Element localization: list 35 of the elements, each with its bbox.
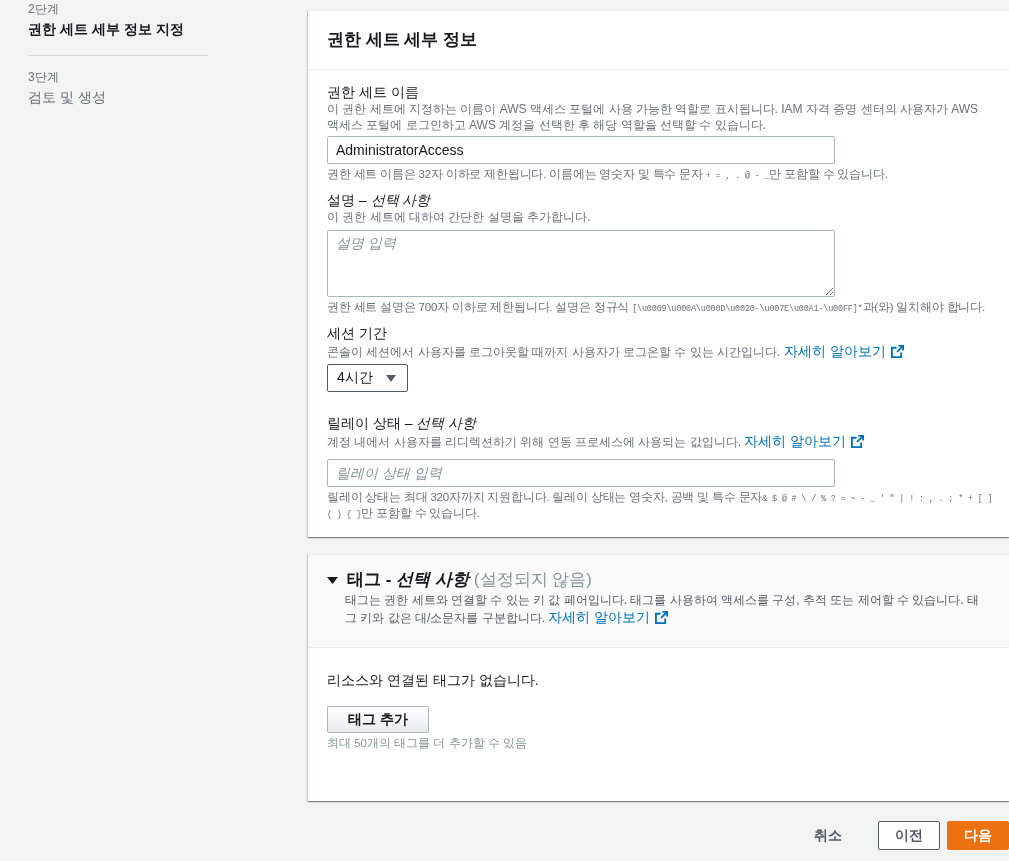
- caret-icon: [385, 374, 396, 382]
- learn-more-link[interactable]: 자세히 알아보기: [548, 609, 669, 625]
- external-link-icon: [655, 611, 669, 624]
- dropdown-select[interactable]: 4시간: [327, 364, 408, 392]
- step-title: 권한 세트 세부 정보 지정: [28, 20, 185, 39]
- field-description: 계정 내에서 사용자를 리디렉션하기 위해 연동 프로세스에 사용되는 값입니다. 자세히 알아보기: [327, 432, 1001, 452]
- field-label: 세션 기간: [327, 324, 388, 342]
- field-label: 릴레이 상태 – 선택 사항: [327, 414, 478, 432]
- section-description: 태그는 권한 세트와 연결할 수 있는 키 값 페어입니다. 태그를 사용하여 액세스를 구성, 추적 또는 제어할 수 있습니다. 태그 키와 값은 대/소문자를 구분합니다. 자세히 알아보기: [345, 592, 980, 627]
- learn-more-link[interactable]: 자세히 알아보기: [783, 343, 904, 359]
- textarea-input[interactable]: 설명 입력: [327, 230, 835, 297]
- step-number: 3단계: [28, 69, 60, 85]
- external-link-icon: [890, 345, 904, 358]
- field-constraint: 권한 세트 이름은 32자 이하로 제한됩니다. 이름에는 영숫자 및 특수 문자 + = , . @ - _만 포함할 수 있습니다.: [327, 167, 889, 182]
- step-title: 검토 및 생성: [28, 88, 107, 107]
- panel-title: 권한 세트 세부 정보: [327, 29, 479, 51]
- previous-button[interactable]: 이전: [878, 821, 940, 850]
- field-label: 설명 – 선택 사항: [327, 191, 432, 209]
- field-description: 이 권한 세트에 지정하는 이름이 AWS 액세스 포털에 사용 가능한 역할로 표시됩니다. IAM 자격 증명 센터의 사용자가 AWS 액세스 포털에 로그인하고 AWS 계정을 선택한 후 해당 역할을 선택할 수 있습니다.: [327, 101, 980, 133]
- text-input[interactable]: AdministratorAccess: [327, 136, 835, 164]
- learn-more-link[interactable]: 자세히 알아보기: [744, 433, 865, 449]
- cancel-button[interactable]: 취소: [797, 821, 859, 850]
- add-tag-button[interactable]: 태그 추가: [327, 706, 429, 733]
- text-input[interactable]: 릴레이 상태 입력: [327, 459, 835, 487]
- tag-limit-hint: 최대 50개의 태그를 더 추가할 수 있음: [327, 736, 528, 751]
- step-number: 2단계: [28, 1, 60, 17]
- empty-message: 리소스와 연결된 태그가 없습니다.: [327, 671, 540, 690]
- external-link-icon: [851, 435, 865, 448]
- caret-icon[interactable]: [327, 576, 338, 584]
- field-label: 권한 세트 이름: [327, 83, 420, 101]
- field-constraint: 릴레이 상태는 최대 320자까지 지원합니다. 릴레이 상태는 영숫자, 공백 및 특수 문자& $ @ # \ / % ? = ~ - _ ' " | ! : , . ; * + [ ] ( ) { }만 포함할 수 있습니다.: [327, 490, 994, 521]
- section-title: 태그 - 선택 사항: [347, 569, 469, 591]
- field-description: 콘솔이 세션에서 사용자를 로그아웃할 때까지 사용자가 로그온할 수 있는 시간입니다. 자세히 알아보기: [327, 342, 1001, 362]
- field-description: 이 권한 세트에 대하여 간단한 설명을 추가합니다.: [327, 209, 592, 225]
- section-status: (설정되지 않음): [473, 569, 592, 591]
